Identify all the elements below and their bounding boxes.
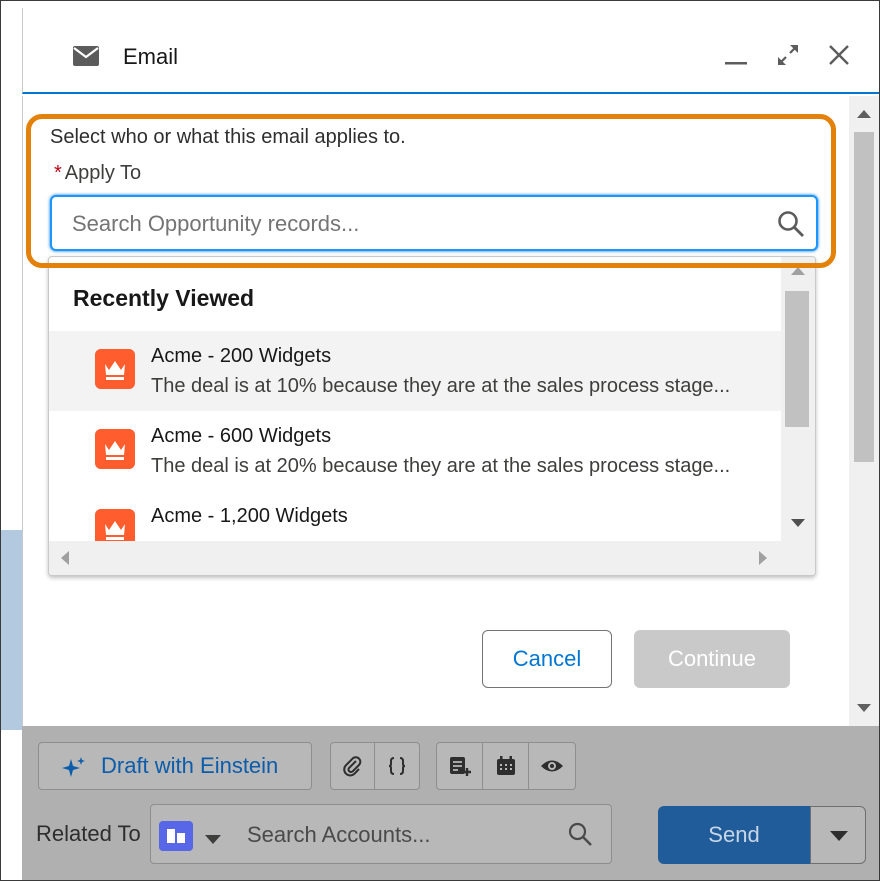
expand-button[interactable]: [771, 38, 805, 72]
dropdown-scrollbar[interactable]: [781, 257, 815, 541]
scroll-right-arrow[interactable]: [759, 551, 767, 565]
search-icon: [568, 822, 592, 846]
insert-template-button[interactable]: [437, 743, 483, 789]
calendar-icon: [496, 756, 515, 775]
insert-toolbar: [330, 742, 420, 790]
scroll-left-arrow[interactable]: [61, 551, 69, 565]
apply-to-search-input[interactable]: [72, 205, 762, 243]
scroll-up-arrow[interactable]: [791, 267, 805, 275]
modal-title: Email: [123, 44, 179, 69]
dropdown-option[interactable]: Acme - 600 Widgets The deal is at 20% be…: [49, 411, 781, 491]
close-button[interactable]: [822, 38, 856, 72]
opportunity-icon: [95, 429, 135, 469]
apply-to-search-box[interactable]: [50, 195, 818, 251]
expand-icon: [778, 45, 798, 65]
draft-with-einstein-label: Draft with Einstein: [101, 753, 279, 778]
send-button[interactable]: Send: [658, 806, 810, 864]
merge-fields-button[interactable]: [375, 743, 419, 789]
scroll-thumb[interactable]: [785, 291, 809, 427]
option-name: Acme - 200 Widgets: [151, 345, 332, 367]
dropdown-option[interactable]: Acme - 1,200 Widgets: [49, 491, 781, 541]
opportunity-icon: [95, 349, 135, 389]
dropdown-heading: Recently Viewed: [73, 285, 255, 311]
scroll-up-arrow[interactable]: [857, 110, 871, 118]
account-icon[interactable]: [159, 821, 193, 851]
background-rail: [1, 60, 23, 880]
option-description: The deal is at 20% because they are at t…: [151, 455, 731, 477]
scroll-thumb[interactable]: [854, 132, 874, 462]
close-icon: [829, 45, 849, 65]
scroll-down-arrow[interactable]: [791, 519, 805, 527]
option-name: Acme - 600 Widgets: [151, 425, 332, 447]
apply-to-hint: Select who or what this email applies to…: [50, 126, 406, 148]
send-options-button[interactable]: [810, 806, 866, 864]
chevron-down-icon[interactable]: [205, 835, 221, 844]
related-to-search-input[interactable]: [247, 818, 547, 852]
related-to-lookup[interactable]: [150, 804, 612, 864]
option-description: The deal is at 10% because they are at t…: [151, 375, 731, 397]
required-marker: *: [54, 162, 62, 184]
minimize-icon: [725, 62, 747, 65]
modal-header: Email: [22, 8, 879, 94]
draft-with-einstein-button[interactable]: Draft with Einstein: [38, 742, 312, 790]
dropdown-option[interactable]: Acme - 200 Widgets The deal is at 10% be…: [49, 331, 781, 411]
option-name: Acme - 1,200 Widgets: [151, 505, 348, 527]
recently-viewed-dropdown: Recently Viewed Acme - 200 Widgets The d…: [48, 256, 816, 576]
related-to-label: Related To: [36, 821, 141, 846]
eye-icon: [541, 760, 563, 772]
mail-icon: [73, 46, 99, 66]
preview-button[interactable]: [529, 743, 575, 789]
search-icon: [778, 211, 804, 237]
apply-to-label: * Apply To: [54, 162, 141, 185]
chevron-down-icon: [830, 831, 848, 841]
cancel-button[interactable]: Cancel: [482, 630, 612, 688]
scroll-down-arrow[interactable]: [857, 704, 871, 712]
template-toolbar: [436, 742, 576, 790]
template-icon: [449, 757, 471, 776]
attach-button[interactable]: [331, 743, 375, 789]
merge-field-icon: [388, 757, 406, 775]
apply-to-label-text: Apply To: [64, 162, 142, 184]
opportunity-icon: [95, 509, 135, 541]
sparkle-icon: [62, 757, 85, 777]
minimize-button[interactable]: [719, 38, 753, 72]
continue-button[interactable]: Continue: [634, 630, 790, 688]
background-panel: [1, 530, 23, 730]
paperclip-icon: [342, 756, 361, 777]
dropdown-horizontal-scrollbar[interactable]: [49, 541, 815, 575]
schedule-button[interactable]: [483, 743, 529, 789]
modal-scrollbar[interactable]: [849, 96, 879, 726]
